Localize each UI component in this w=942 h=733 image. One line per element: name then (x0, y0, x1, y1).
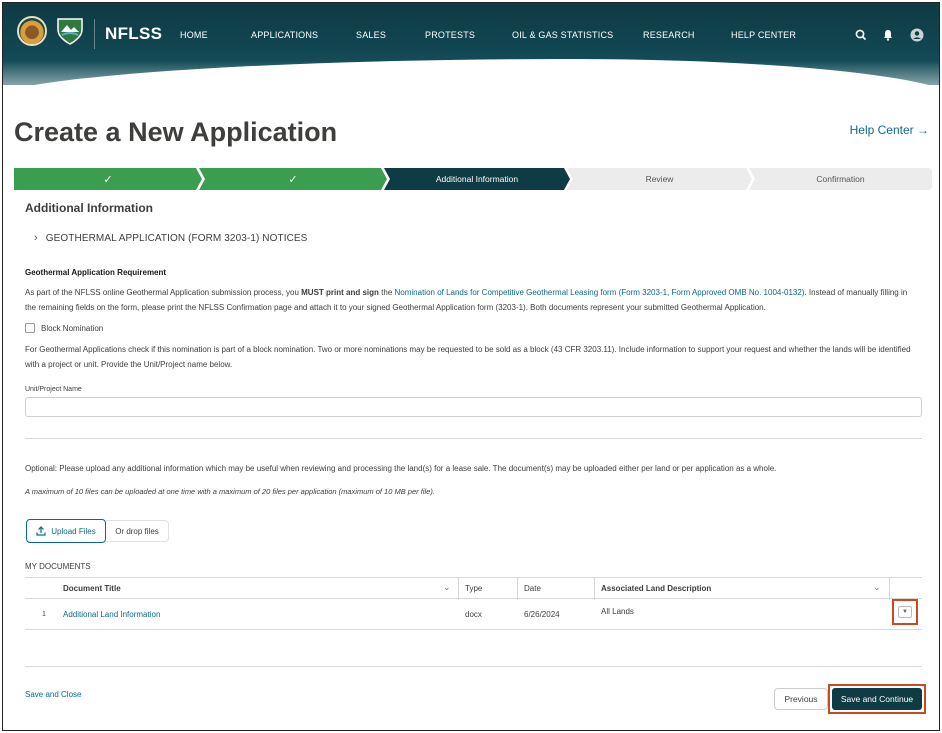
nav-oil-gas-statistics[interactable]: OIL & GAS STATISTICS (512, 30, 613, 40)
help-center-link[interactable]: Help Center → (850, 123, 929, 137)
block-nomination-checkbox[interactable] (25, 323, 35, 333)
progress-path: ✓ ✓ Additional Information Review Confir… (14, 168, 932, 190)
requirement-text: As part of the NFLSS online Geothermal A… (25, 285, 920, 315)
requirement-heading: Geothermal Application Requirement (25, 268, 167, 277)
chevron-down-icon[interactable]: ⌄ (443, 582, 451, 593)
geothermal-notices-accordion[interactable]: › GEOTHERMAL APPLICATION (FORM 3203-1) NO… (34, 232, 307, 244)
upload-files-button[interactable]: Upload Files (26, 519, 106, 543)
user-avatar-icon[interactable] (910, 28, 924, 42)
column-header-document-title[interactable]: Document Title (63, 584, 121, 593)
column-header-type[interactable]: Type (465, 584, 482, 593)
unit-project-input[interactable] (25, 397, 922, 417)
unit-project-label: Unit/Project Name (25, 386, 82, 393)
my-documents-heading: MY DOCUMENTS (25, 562, 91, 571)
top-navigation-bar: NFLSS HOME APPLICATIONS SALES PROTESTS O… (3, 3, 939, 85)
optional-upload-text: Optional: Please upload any additional i… (25, 464, 777, 473)
app-window: NFLSS HOME APPLICATIONS SALES PROTESTS O… (2, 2, 940, 731)
column-header-date[interactable]: Date (524, 584, 541, 593)
accordion-label: GEOTHERMAL APPLICATION (FORM 3203-1) NOT… (45, 233, 308, 244)
chevron-down-icon: ▼ (898, 606, 912, 618)
document-title-link[interactable]: Additional Land Information (63, 610, 160, 619)
footer-divider (25, 666, 922, 667)
block-nomination-label: Block Nomination (41, 324, 104, 333)
form-3203-1-link[interactable]: Nomination of Lands for Competitive Geot… (395, 288, 805, 297)
upload-limit-text: A maximum of 10 files can be uploaded at… (25, 487, 435, 496)
blm-shield-logo[interactable] (55, 16, 85, 46)
upload-icon (36, 526, 46, 536)
form-card: Additional Information › GEOTHERMAL APPLI… (14, 189, 932, 729)
document-date: 6/26/2024 (524, 610, 560, 619)
nav-applications[interactable]: APPLICATIONS (251, 30, 318, 40)
nav-home[interactable]: HOME (180, 30, 208, 40)
requirement-text-part: the (378, 288, 395, 297)
requirement-text-part: As part of the NFLSS online Geothermal A… (25, 288, 302, 297)
chevron-down-icon[interactable]: ⌄ (873, 582, 881, 593)
page-title: Create a New Application (14, 117, 338, 147)
save-and-continue-button[interactable]: Save and Continue (832, 688, 922, 710)
document-type: docx (465, 610, 482, 619)
table-header: Document Title ⌄ Type Date Associated La… (25, 577, 922, 600)
previous-button[interactable]: Previous (774, 688, 828, 710)
header-divider (94, 19, 95, 49)
section-divider (25, 438, 922, 439)
chevron-right-icon: › (34, 232, 38, 244)
file-drop-zone[interactable]: Or drop files (106, 520, 169, 542)
step-2-check-icon: ✓ (288, 173, 298, 186)
nav-sales[interactable]: SALES (356, 30, 386, 40)
bell-icon[interactable] (881, 28, 895, 42)
column-divider (594, 578, 595, 600)
save-and-continue-highlight: Save and Continue (828, 684, 926, 714)
row-actions-button[interactable]: ▼ (892, 599, 918, 625)
row-number: 1 (42, 611, 46, 618)
column-divider (458, 578, 459, 600)
nav-research[interactable]: RESEARCH (643, 30, 695, 40)
requirement-emphasis: MUST print and sign (301, 288, 379, 297)
search-icon[interactable] (854, 28, 868, 42)
nav-protests[interactable]: PROTESTS (425, 30, 475, 40)
brand-name[interactable]: NFLSS (105, 24, 162, 44)
save-and-close-link[interactable]: Save and Close (25, 690, 81, 699)
upload-files-label: Upload Files (51, 526, 96, 536)
nav-help-center[interactable]: HELP CENTER (731, 30, 796, 40)
column-divider (889, 578, 890, 600)
column-header-land-description[interactable]: Associated Land Description (601, 584, 711, 593)
step-review: Review (645, 174, 674, 184)
step-confirmation: Confirmation (816, 174, 865, 184)
step-1-check-icon: ✓ (103, 173, 113, 186)
doi-seal-logo[interactable] (17, 16, 47, 46)
table-row: 1 Additional Land Information docx 6/26/… (25, 599, 922, 630)
section-title: Additional Information (25, 201, 153, 215)
block-nomination-help: For Geothermal Applications check if thi… (25, 345, 911, 369)
column-divider (517, 578, 518, 600)
step-additional-information: Additional Information (435, 174, 519, 184)
associated-land-description: All Lands (601, 607, 634, 616)
